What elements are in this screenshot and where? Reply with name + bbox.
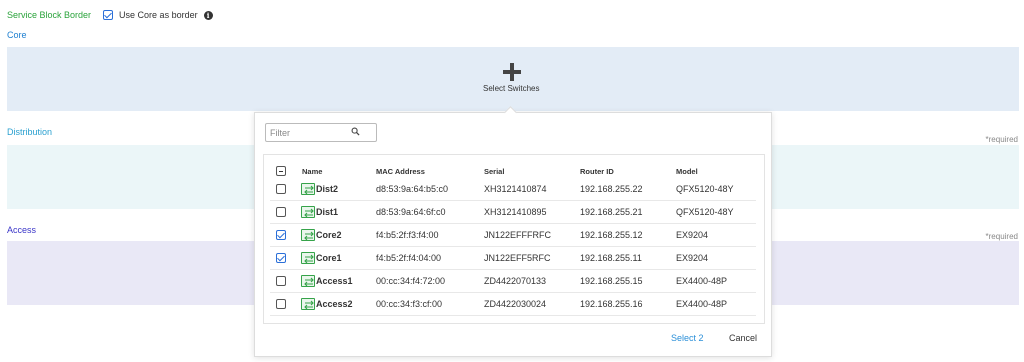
mac-address-cell: d8:53:9a:64:6f:c0 <box>376 207 446 217</box>
search-icon <box>351 127 360 136</box>
switch-icon <box>301 229 315 241</box>
service-block-options: Service Block Border Use Core as border … <box>7 10 213 20</box>
router-id-cell: 192.168.255.21 <box>580 207 643 217</box>
switch-icon <box>301 275 315 287</box>
model-cell: EX9204 <box>676 230 709 240</box>
access-section-label: Access <box>7 225 37 235</box>
select-button[interactable]: Select 2 <box>671 333 704 343</box>
table-row[interactable]: Dist1 d8:53:9a:64:6f:c0 XH3121410895 192.16… <box>270 201 756 224</box>
cancel-button[interactable]: Cancel <box>729 333 757 343</box>
switch-icon <box>301 298 315 310</box>
table-row[interactable]: Core2 f4:b5:2f:f3:f4:00 JN122EFFFRFC 192.16… <box>270 224 756 247</box>
table-row[interactable]: Access2 00:cc:34:f3:cf:00 ZD4422030024 192.… <box>270 293 756 316</box>
row-checkbox[interactable] <box>276 207 286 217</box>
access-required-note: *required <box>985 232 1018 241</box>
column-header-router-id[interactable]: Router ID <box>580 167 614 176</box>
switch-name: Core1 <box>316 253 342 263</box>
row-checkbox[interactable] <box>276 299 286 309</box>
table-row[interactable]: Access1 00:cc:34:f4:72:00 ZD4422070133 192.… <box>270 270 756 293</box>
serial-cell: JN122EFFFRFC <box>484 230 552 240</box>
switch-icon <box>301 206 315 218</box>
model-cell: EX4400-48P <box>676 276 728 286</box>
switch-icon <box>301 183 315 195</box>
row-checkbox[interactable] <box>276 276 286 286</box>
model-cell: EX4400-48P <box>676 299 728 309</box>
mac-address-cell: 00:cc:34:f3:cf:00 <box>376 299 443 309</box>
serial-cell: JN122EFF5RFC <box>484 253 551 263</box>
router-id-cell: 192.168.255.22 <box>580 184 643 194</box>
row-checkbox[interactable] <box>276 184 286 194</box>
mac-address-cell: 00:cc:34:f4:72:00 <box>376 276 446 286</box>
column-header-serial[interactable]: Serial <box>484 167 504 176</box>
switch-icon <box>301 252 315 264</box>
use-core-as-border-checkbox[interactable] <box>103 10 114 20</box>
core-section-label: Core <box>7 30 27 40</box>
model-cell: QFX5120-48Y <box>676 207 734 217</box>
mac-address-cell: f4:b5:2f:f4:04:00 <box>376 253 442 263</box>
select-all-checkbox[interactable] <box>276 166 286 176</box>
plus-icon[interactable] <box>503 63 521 81</box>
model-cell: QFX5120-48Y <box>676 184 734 194</box>
select-switches-popover: Name MAC Address Serial Router ID Model … <box>254 106 772 357</box>
column-header-name[interactable]: Name <box>302 167 322 176</box>
mac-address-cell: d8:53:9a:64:b5:c0 <box>376 184 449 194</box>
row-checkbox[interactable] <box>276 230 286 240</box>
router-id-cell: 192.168.255.12 <box>580 230 643 240</box>
model-cell: EX9204 <box>676 253 709 263</box>
serial-cell: XH3121410874 <box>484 184 547 194</box>
switch-table: Name MAC Address Serial Router ID Model … <box>263 154 765 324</box>
router-id-cell: 192.168.255.11 <box>580 253 642 263</box>
column-header-model[interactable]: Model <box>676 167 698 176</box>
row-checkbox[interactable] <box>276 253 286 263</box>
switch-name: Access1 <box>316 276 353 286</box>
router-id-cell: 192.168.255.16 <box>580 299 643 309</box>
router-id-cell: 192.168.255.15 <box>580 276 643 286</box>
table-row[interactable]: Core1 f4:b5:2f:f4:04:00 JN122EFF5RFC 192.16… <box>270 247 756 270</box>
select-switches-label[interactable]: Select Switches <box>483 84 539 93</box>
switch-name: Core2 <box>316 230 342 240</box>
serial-cell: ZD4422070133 <box>484 276 547 286</box>
use-core-as-border-label[interactable]: Use Core as border <box>119 10 198 20</box>
distribution-required-note: *required <box>985 135 1018 144</box>
distribution-section-label: Distribution <box>7 127 53 137</box>
filter-input[interactable] <box>265 123 377 142</box>
column-header-mac[interactable]: MAC Address <box>376 167 425 176</box>
mac-address-cell: f4:b5:2f:f3:f4:00 <box>376 230 439 240</box>
switch-name: Dist1 <box>316 207 339 217</box>
switch-name: Dist2 <box>316 184 339 194</box>
serial-cell: ZD4422030024 <box>484 299 547 309</box>
switch-name: Access2 <box>316 299 353 309</box>
info-icon[interactable]: i <box>203 10 213 20</box>
service-block-border-label: Service Block Border <box>7 10 92 20</box>
table-row[interactable]: Dist2 d8:53:9a:64:b5:c0 XH3121410874 192.16… <box>270 178 756 201</box>
serial-cell: XH3121410895 <box>484 207 547 217</box>
